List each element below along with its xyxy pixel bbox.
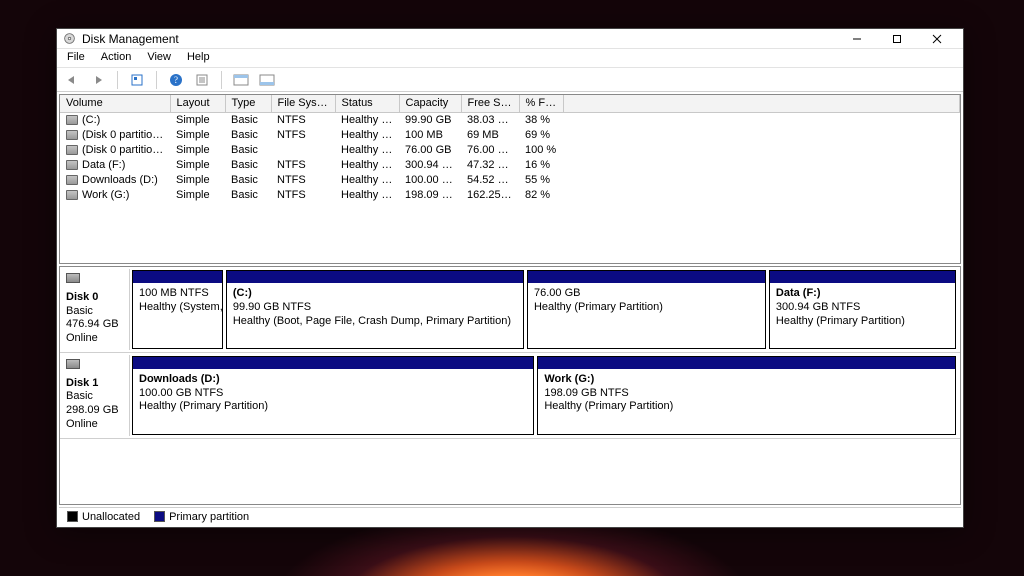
forward-button[interactable] — [87, 70, 109, 90]
back-button[interactable] — [61, 70, 83, 90]
toolbar-separator — [221, 71, 222, 89]
legend-primary: Primary partition — [154, 511, 249, 523]
partition[interactable]: 100 MB NTFSHealthy (System, Active, — [132, 270, 223, 349]
properties-button[interactable] — [191, 70, 213, 90]
col-fs: File System — [271, 95, 335, 112]
disk-row: Disk 1Basic298.09 GBOnlineDownloads (D:)… — [60, 353, 960, 439]
menu-view[interactable]: View — [139, 49, 179, 67]
volume-icon — [66, 115, 78, 125]
toolbar: ? — [57, 68, 963, 92]
partition[interactable]: 76.00 GBHealthy (Primary Partition) — [527, 270, 766, 349]
disk-icon — [66, 273, 80, 283]
menu-action[interactable]: Action — [93, 49, 140, 67]
toolbar-separator — [117, 71, 118, 89]
partition[interactable]: Data (F:)300.94 GB NTFSHealthy (Primary … — [769, 270, 956, 349]
legend-unallocated: Unallocated — [67, 511, 140, 523]
disk-management-icon — [63, 32, 76, 45]
disk-row: Disk 0Basic476.94 GBOnline100 MB NTFSHea… — [60, 267, 960, 353]
view-bottom-button[interactable] — [256, 70, 278, 90]
partition[interactable]: Downloads (D:)100.00 GB NTFSHealthy (Pri… — [132, 356, 534, 435]
partitions: Downloads (D:)100.00 GB NTFSHealthy (Pri… — [130, 355, 958, 436]
col-layout: Layout — [170, 95, 225, 112]
toolbar-separator — [156, 71, 157, 89]
partition-bar — [538, 357, 955, 369]
menu-help[interactable]: Help — [179, 49, 218, 67]
partition-bar — [528, 271, 765, 283]
minimize-button[interactable] — [837, 30, 877, 48]
table-row[interactable]: (Disk 0 partition 1)SimpleBasicNTFSHealt… — [60, 127, 960, 142]
volume-list[interactable]: Volume Layout Type File System Status Ca… — [59, 94, 961, 264]
col-free: Free Spa... — [461, 95, 519, 112]
partition-bar — [770, 271, 955, 283]
col-pctfree: % Free — [519, 95, 563, 112]
menu-file[interactable]: File — [59, 49, 93, 67]
partition-bar — [133, 357, 533, 369]
help-button[interactable]: ? — [165, 70, 187, 90]
table-row[interactable]: Work (G:)SimpleBasicNTFSHealthy (P...198… — [60, 187, 960, 202]
disk-icon — [66, 359, 80, 369]
legend: Unallocated Primary partition — [59, 507, 961, 525]
window-title: Disk Management — [82, 32, 837, 46]
swatch-primary-icon — [154, 511, 165, 522]
volume-icon — [66, 190, 78, 200]
partition-bar — [133, 271, 222, 283]
volume-icon — [66, 160, 78, 170]
col-volume: Volume — [60, 95, 170, 112]
table-row[interactable]: Data (F:)SimpleBasicNTFSHealthy (P...300… — [60, 157, 960, 172]
disk-info[interactable]: Disk 0Basic476.94 GBOnline — [62, 269, 130, 350]
disk-map: Disk 0Basic476.94 GBOnline100 MB NTFSHea… — [59, 266, 961, 505]
close-button[interactable] — [917, 30, 957, 48]
col-capacity: Capacity — [399, 95, 461, 112]
disk-management-window: Disk Management File Action View Help ? — [56, 28, 964, 528]
col-type: Type — [225, 95, 271, 112]
partition[interactable]: (C:)99.90 GB NTFSHealthy (Boot, Page Fil… — [226, 270, 524, 349]
swatch-unallocated-icon — [67, 511, 78, 522]
view-top-button[interactable] — [230, 70, 252, 90]
refresh-button[interactable] — [126, 70, 148, 90]
table-row[interactable]: Downloads (D:)SimpleBasicNTFSHealthy (P.… — [60, 172, 960, 187]
column-headers[interactable]: Volume Layout Type File System Status Ca… — [60, 95, 960, 112]
volume-icon — [66, 130, 78, 140]
table-row[interactable]: (Disk 0 partition 3)SimpleBasicHealthy (… — [60, 142, 960, 157]
volume-icon — [66, 175, 78, 185]
maximize-button[interactable] — [877, 30, 917, 48]
table-row[interactable]: (C:)SimpleBasicNTFSHealthy (B...99.90 GB… — [60, 112, 960, 127]
partition[interactable]: Work (G:)198.09 GB NTFSHealthy (Primary … — [537, 356, 956, 435]
partition-bar — [227, 271, 523, 283]
col-status: Status — [335, 95, 399, 112]
volume-icon — [66, 145, 78, 155]
svg-text:?: ? — [174, 75, 178, 85]
disk-info[interactable]: Disk 1Basic298.09 GBOnline — [62, 355, 130, 436]
title-bar[interactable]: Disk Management — [57, 29, 963, 49]
partitions: 100 MB NTFSHealthy (System, Active,(C:)9… — [130, 269, 958, 350]
menu-bar: File Action View Help — [57, 49, 963, 68]
